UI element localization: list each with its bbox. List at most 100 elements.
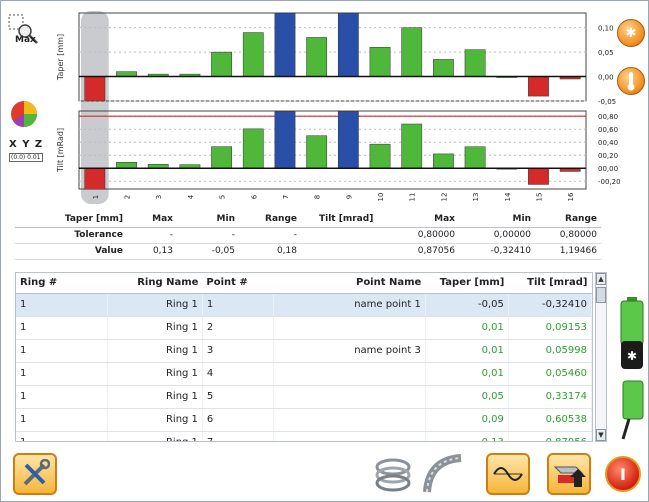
tilt_chart-bar[interactable] (274, 111, 296, 169)
wrench-screwdriver-icon (23, 459, 50, 486)
x-tick-label: 8 (314, 195, 322, 199)
table-row[interactable]: 1 Ring 1 4 0,01 0,05460 (16, 362, 592, 386)
x-tick-label: 15 (535, 193, 543, 202)
tilt_chart-bar[interactable] (401, 123, 423, 169)
app-window: Max X Y Z (0.0) 0.01 0,10 0,05 0,00 -0,05 Ta… (0, 0, 649, 502)
column-header-tilt[interactable]: Tilt [mrad] (508, 273, 592, 294)
ring-cell: 1 (16, 316, 108, 340)
wave-button[interactable] (486, 453, 530, 495)
column-header-ring[interactable]: Ring # (16, 273, 108, 294)
summary-cell: 0,18 (239, 243, 301, 260)
ring-cell: 1 (16, 385, 108, 409)
tilt_chart-bar[interactable] (369, 143, 391, 169)
point-name-cell: name point 1 (273, 293, 426, 317)
tilt_chart-bar[interactable] (116, 162, 137, 169)
summary-cell: -0,32410 (459, 243, 535, 260)
table-scrollbar[interactable]: ▲ ▼ (595, 272, 607, 442)
taper_chart-bar[interactable] (433, 59, 454, 77)
x-tick-label: 12 (440, 193, 448, 202)
tilt_chart-bar[interactable] (464, 146, 486, 169)
summary-cell: -0,05 (177, 243, 239, 260)
column-header-point-name[interactable]: Point Name (273, 273, 426, 294)
column-header-taper[interactable]: Taper [mm] (425, 273, 509, 294)
point-name-cell (273, 362, 426, 386)
tilt_chart-bar[interactable] (211, 146, 232, 169)
summary-cell: 0,80000 (535, 227, 601, 244)
ring-name-cell: Ring 1 (107, 362, 203, 386)
summary-cell: 0,87056 (381, 243, 459, 260)
points-table: Ring # Ring Name Point # Point Name Tape… (16, 273, 592, 441)
scroll-up-button[interactable]: ▲ (596, 273, 606, 285)
point-cell: 7 (202, 431, 274, 441)
tilt_chart-bar[interactable] (337, 111, 359, 169)
summary-value-row: Value 0,13 -0,05 0,18 0,87056 -0,32410 1… (15, 243, 601, 260)
taper_chart-bar[interactable] (211, 51, 232, 77)
scroll-down-button[interactable]: ▼ (596, 429, 606, 441)
scroll-thumb[interactable] (596, 287, 606, 303)
table-row[interactable]: 1 Ring 1 3 name point 3 0,01 0,05998 (16, 339, 592, 363)
summary-cell: - (177, 227, 239, 244)
taper_chart-bar[interactable] (464, 49, 486, 77)
summary-header: Max (127, 211, 177, 228)
taper-cell: -0,05 (425, 293, 509, 317)
points-table-body: 1 Ring 1 1 name point 1 -0,05 -0,32410 1 Ring 1… (16, 293, 592, 441)
taper_chart-bar[interactable] (306, 37, 328, 77)
summary-header: Range (239, 211, 301, 228)
points-table-container: Ring # Ring Name Point # Point Name Tape… (15, 272, 593, 442)
x-tick-label: 14 (504, 192, 512, 201)
thermometer-icon (627, 72, 635, 91)
x-tick-label: 4 (187, 194, 195, 199)
ring-cell: 1 (16, 408, 108, 432)
taper_chart-bar[interactable] (84, 76, 106, 102)
x-tick-label: 11 (409, 193, 417, 202)
export-icon (553, 466, 586, 487)
tilt_chart-bar[interactable] (84, 167, 106, 190)
tilt_chart-ytick-label: 00,40 (598, 139, 618, 147)
x-tick-label: 13 (472, 193, 480, 202)
taper_chart-plot-frame (78, 12, 587, 102)
taper_chart-bar[interactable] (369, 46, 391, 77)
point-cell: 1 (202, 293, 274, 317)
tilt_chart-bar[interactable] (528, 167, 549, 185)
taper_chart-bar[interactable] (401, 27, 423, 77)
summary-cell (301, 227, 381, 244)
tilt-cell: 0,05460 (508, 362, 592, 386)
taper_chart-bar[interactable] (528, 76, 549, 97)
x-tick-label: 1 (92, 195, 100, 199)
ring-name-cell: Ring 1 (107, 385, 203, 409)
taper_chart-y-title: Taper [mm] (56, 34, 65, 81)
table-row[interactable]: 1Ring 17 0,130,87056 (16, 431, 592, 441)
tilt-cell: 0,33174 (508, 385, 592, 409)
column-header-ring-name[interactable]: Ring Name (107, 273, 203, 294)
thermometer-button[interactable] (617, 67, 645, 95)
summary-header: Taper [mm] (15, 211, 127, 228)
taper_chart-bar[interactable] (337, 12, 359, 77)
ring-name-cell: Ring 1 (107, 293, 203, 317)
table-row[interactable]: 1 Ring 1 5 0,05 0,33174 (16, 385, 592, 409)
point-name-cell (273, 408, 426, 432)
table-row[interactable]: 1 Ring 1 2 0,01 0,09153 (16, 316, 592, 340)
tilt_chart-bar[interactable] (306, 135, 328, 169)
taper-cell: 0,01 (425, 316, 509, 340)
power-button[interactable]: I (601, 453, 645, 495)
summary-cell: 1,19466 (535, 243, 601, 260)
column-header-point[interactable]: Point # (202, 273, 274, 294)
taper_chart-ytick-label: -0,05 (598, 98, 616, 106)
taper-cell: 0,09 (425, 408, 509, 432)
table-row[interactable]: 1 Ring 1 6 0,09 0,60538 (16, 408, 592, 432)
taper_chart-bar[interactable] (274, 12, 296, 77)
taper-cell: 0,05 (425, 385, 509, 409)
battery-bluetooth-icon: ✱ (621, 341, 643, 369)
tilt_chart-bar[interactable] (433, 153, 454, 169)
table-row[interactable]: 1 Ring 1 1 name point 1 -0,05 -0,32410 (16, 293, 592, 317)
tilt_chart-bar[interactable] (242, 128, 264, 169)
tilt_chart-y-title: Tilt [mRad] (56, 128, 65, 173)
curve-button[interactable] (421, 453, 465, 495)
summary-cell: - (239, 227, 301, 244)
settings-button[interactable] (13, 453, 57, 495)
point-cell: 4 (202, 362, 274, 386)
rings-button[interactable] (371, 453, 415, 495)
bluetooth-button[interactable]: ✱ (617, 19, 645, 47)
taper_chart-bar[interactable] (242, 32, 264, 77)
export-button[interactable] (547, 453, 591, 495)
